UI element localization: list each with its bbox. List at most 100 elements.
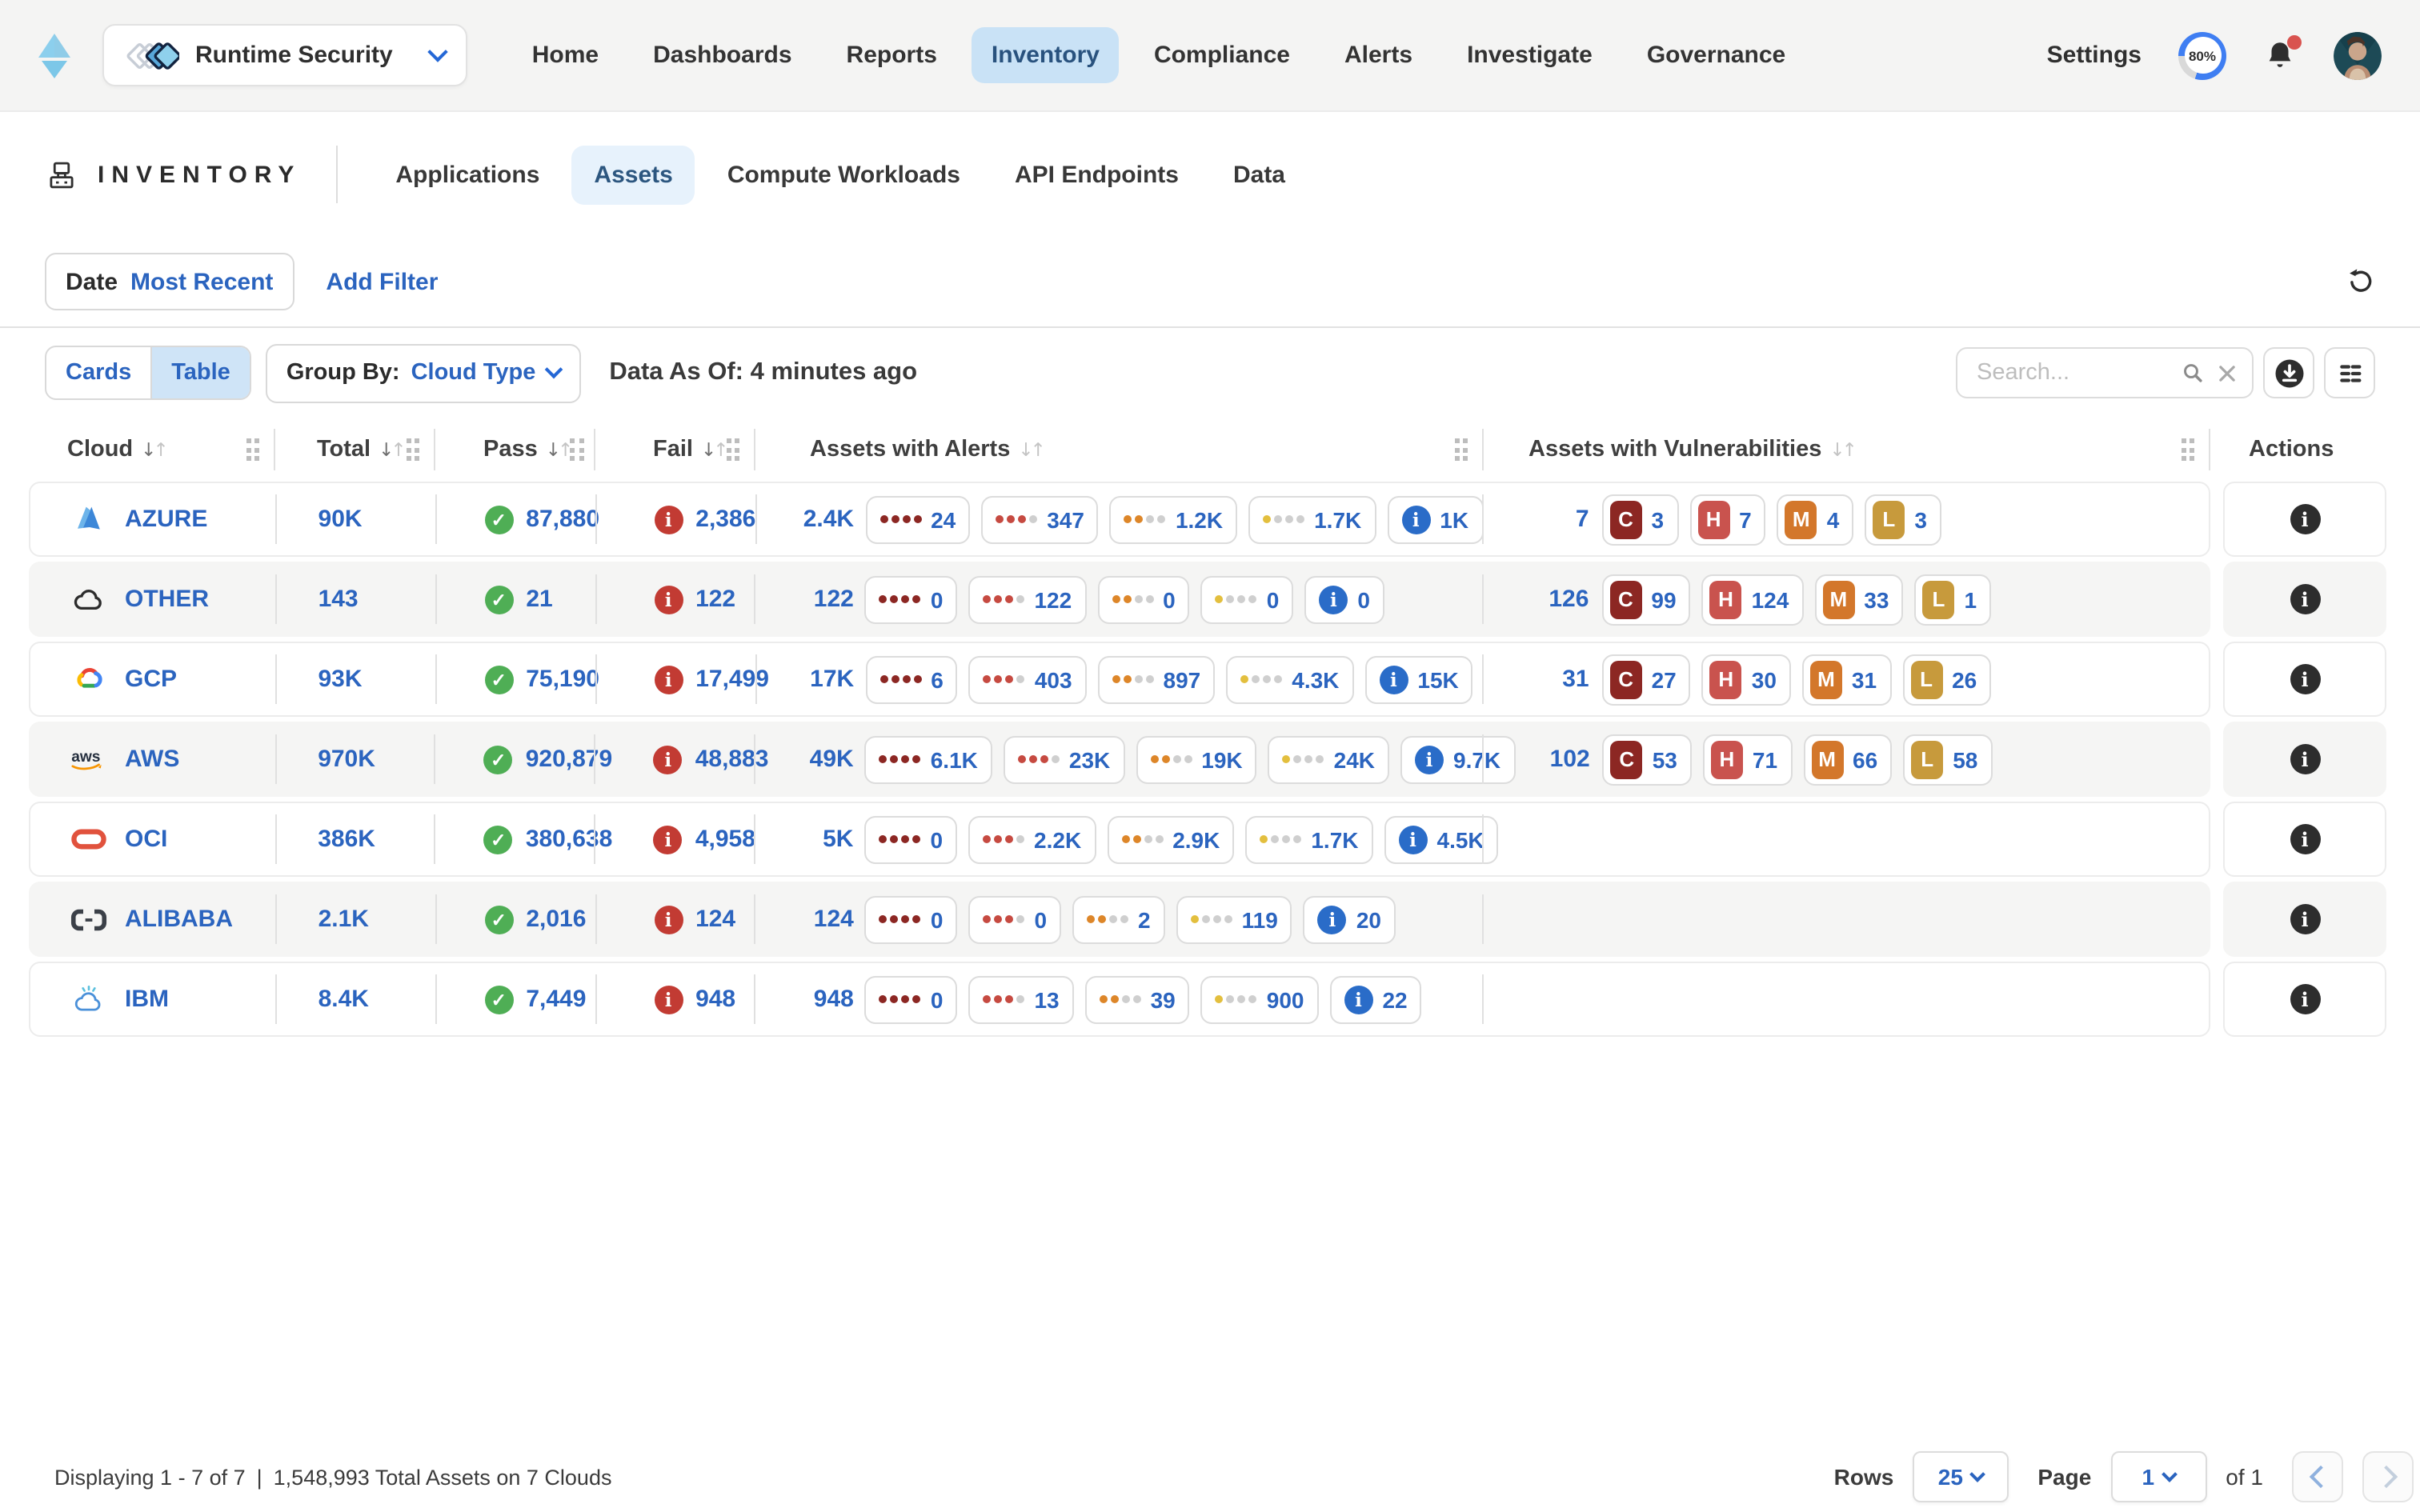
alert-pill-critical[interactable]: 0 <box>865 575 958 623</box>
alert-pill-info[interactable]: i 15K <box>1364 655 1472 703</box>
column-header-pass[interactable]: Pass ↓↑ <box>435 418 595 482</box>
sort-icon[interactable]: ↓↑ <box>379 438 403 461</box>
sort-icon[interactable]: ↓↑ <box>141 438 166 461</box>
vuln-pill-medium[interactable]: M 66 <box>1803 734 1892 785</box>
alert-count-medium[interactable]: 19K <box>1201 746 1242 772</box>
total-count-link[interactable]: 386K <box>318 826 375 853</box>
alert-count-info[interactable]: 4.5K <box>1437 826 1484 852</box>
vuln-pill-low[interactable]: L 26 <box>1902 654 1991 705</box>
alert-pill-critical[interactable]: 24 <box>865 495 970 543</box>
notifications-bell-icon[interactable] <box>2263 38 2297 72</box>
alert-pill-low[interactable]: 0 <box>1201 575 1294 623</box>
cloud-name-link[interactable]: OCI <box>125 826 167 853</box>
vuln-count-low[interactable]: 26 <box>1952 666 1977 692</box>
alert-pill-info[interactable]: i 4.5K <box>1384 815 1499 863</box>
pass-count-link[interactable]: 75,190 <box>526 666 599 693</box>
info-action-icon[interactable]: i <box>2290 824 2320 854</box>
alert-pill-medium[interactable]: 2.9K <box>1107 815 1234 863</box>
vuln-pill-low[interactable]: L 3 <box>1865 494 1941 545</box>
alert-pill-high[interactable]: 347 <box>981 495 1099 543</box>
alert-count-high[interactable]: 23K <box>1069 746 1110 772</box>
alert-pill-info[interactable]: i 1K <box>1387 495 1483 543</box>
search-icon[interactable] <box>2180 360 2206 386</box>
vuln-count-critical[interactable]: 99 <box>1651 586 1676 612</box>
alert-count-medium[interactable]: 2 <box>1138 906 1151 932</box>
total-count-link[interactable]: 2.1K <box>319 906 369 933</box>
alert-count-high[interactable]: 122 <box>1034 586 1072 612</box>
alert-count-critical[interactable]: 0 <box>931 906 944 932</box>
alert-pill-high[interactable]: 403 <box>969 655 1087 703</box>
sort-icon[interactable]: ↓↑ <box>1018 438 1043 461</box>
drag-handle-icon[interactable] <box>570 438 583 461</box>
alert-count-info[interactable]: 0 <box>1357 586 1370 612</box>
reset-filters-icon[interactable] <box>2346 267 2375 296</box>
nav-item-dashboards[interactable]: Dashboards <box>634 27 811 83</box>
vuln-pill-low[interactable]: L 1 <box>1914 574 1991 625</box>
alert-count-critical[interactable]: 6.1K <box>931 746 978 772</box>
info-action-icon[interactable]: i <box>2290 664 2320 694</box>
alert-count-info[interactable]: 15K <box>1417 666 1458 692</box>
cloud-name-link[interactable]: IBM <box>125 986 169 1013</box>
alert-count-high[interactable]: 403 <box>1035 666 1072 692</box>
total-count-link[interactable]: 8.4K <box>319 986 369 1013</box>
vuln-pill-high[interactable]: H 124 <box>1702 574 1804 625</box>
view-table-button[interactable]: Table <box>150 347 250 398</box>
vuln-pill-high[interactable]: H 7 <box>1689 494 1766 545</box>
fail-count-link[interactable]: 4,958 <box>695 826 755 853</box>
nav-item-reports[interactable]: Reports <box>827 27 956 83</box>
previous-page-button[interactable] <box>2292 1451 2343 1502</box>
alert-pill-low[interactable]: 1.7K <box>1245 815 1372 863</box>
license-progress-ring[interactable]: 80% <box>2178 31 2226 79</box>
column-header-total[interactable]: Total ↓↑ <box>275 418 435 482</box>
pass-count-link[interactable]: 7,449 <box>526 986 586 1013</box>
rows-per-page-select[interactable]: 25 <box>1913 1451 2009 1502</box>
vuln-pill-critical[interactable]: C 27 <box>1602 654 1691 705</box>
vuln-count-critical[interactable]: 3 <box>1652 506 1665 532</box>
alert-pill-high[interactable]: 122 <box>968 575 1086 623</box>
sort-icon[interactable]: ↓↑ <box>701 438 726 461</box>
vuln-count-medium[interactable]: 33 <box>1864 586 1889 612</box>
brand-logo-icon[interactable] <box>35 30 77 81</box>
info-action-icon[interactable]: i <box>2290 904 2320 934</box>
fail-count-link[interactable]: 948 <box>695 986 735 1013</box>
info-action-icon[interactable]: i <box>2290 984 2320 1014</box>
alert-pill-critical[interactable]: 0 <box>865 975 958 1023</box>
alert-pill-medium[interactable]: 19K <box>1136 735 1256 783</box>
page-select[interactable]: 1 <box>2110 1451 2206 1502</box>
cloud-name-link[interactable]: GCP <box>125 666 177 693</box>
alert-assets-count[interactable]: 49K <box>796 746 854 773</box>
sort-icon[interactable]: ↓↑ <box>1829 438 1854 461</box>
alert-count-low[interactable]: 1.7K <box>1314 506 1361 532</box>
column-settings-button[interactable] <box>2324 347 2375 398</box>
alert-assets-count[interactable]: 5K <box>795 826 853 853</box>
group-by-dropdown[interactable]: Group By: Cloud Type <box>266 343 581 402</box>
next-page-button[interactable] <box>2362 1451 2414 1502</box>
drag-handle-icon[interactable] <box>1454 438 1468 461</box>
total-count-link[interactable]: 970K <box>318 746 375 773</box>
alert-count-critical[interactable]: 6 <box>931 666 944 692</box>
vuln-count-critical[interactable]: 53 <box>1653 746 1677 772</box>
alert-count-high[interactable]: 0 <box>1034 906 1047 932</box>
alert-pill-high[interactable]: 0 <box>968 895 1061 943</box>
drag-handle-icon[interactable] <box>2181 438 2194 461</box>
vulnerable-assets-count[interactable]: 31 <box>1529 666 1589 693</box>
alert-pill-info[interactable]: i 0 <box>1304 575 1384 623</box>
alert-count-critical[interactable]: 24 <box>931 506 956 532</box>
alert-pill-low[interactable]: 119 <box>1176 895 1292 943</box>
alert-pill-medium[interactable]: 0 <box>1097 575 1190 623</box>
alert-count-low[interactable]: 24K <box>1334 746 1375 772</box>
alert-pill-medium[interactable]: 2 <box>1072 895 1165 943</box>
vuln-count-high[interactable]: 71 <box>1753 746 1777 772</box>
drag-handle-icon[interactable] <box>406 438 419 461</box>
alert-count-low[interactable]: 1.7K <box>1311 826 1358 852</box>
vuln-pill-critical[interactable]: C 99 <box>1601 574 1690 625</box>
alert-count-info[interactable]: 22 <box>1382 986 1407 1012</box>
product-selector-dropdown[interactable]: Runtime Security <box>102 24 468 86</box>
alert-pill-critical[interactable]: 0 <box>864 815 957 863</box>
vuln-pill-critical[interactable]: C 53 <box>1603 734 1692 785</box>
vulnerable-assets-count[interactable]: 126 <box>1528 586 1589 613</box>
alert-assets-count[interactable]: 2.4K <box>796 506 854 533</box>
nav-item-alerts[interactable]: Alerts <box>1325 27 1432 83</box>
sort-icon[interactable]: ↓↑ <box>546 438 571 461</box>
vuln-count-high[interactable]: 7 <box>1739 506 1752 532</box>
